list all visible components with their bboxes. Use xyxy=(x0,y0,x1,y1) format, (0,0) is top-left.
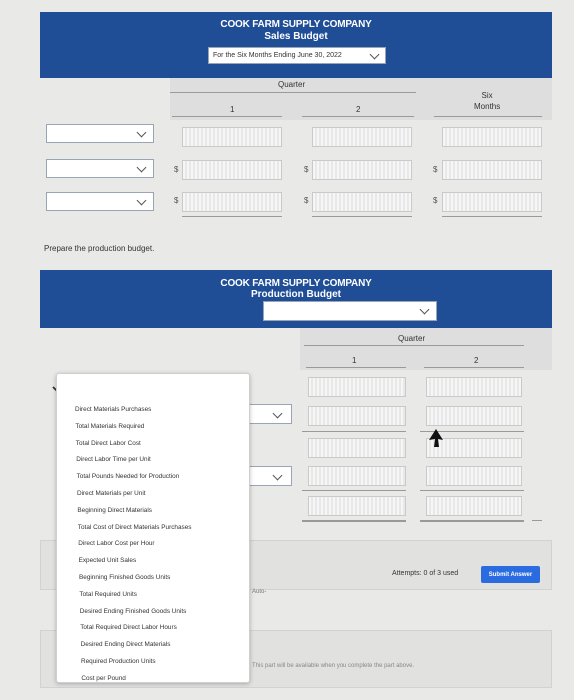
production-column-header-band xyxy=(300,328,552,370)
total-underline xyxy=(442,216,542,217)
dollar-sign: $ xyxy=(433,165,438,174)
attempts-counter: Attempts: 0 of 3 used xyxy=(392,570,459,577)
dropdown-option[interactable]: Expected Unit Sales xyxy=(79,557,137,564)
production-quarter-label: Quarter xyxy=(398,334,426,343)
dropdown-option[interactable]: Required Production Units xyxy=(81,658,156,665)
dropdown-option[interactable]: Total Pounds Needed for Production xyxy=(77,473,180,480)
sales-col-1: 1 xyxy=(230,105,235,114)
production-budget-title: Production Budget xyxy=(251,289,341,300)
dropdown-option[interactable]: Cost per Pound xyxy=(81,675,125,682)
production-row4-q1-input[interactable] xyxy=(308,466,406,486)
dropdown-option[interactable]: Direct Materials per Unit xyxy=(77,490,146,497)
sales-row2-label-select[interactable] xyxy=(46,159,154,178)
chevron-down-icon xyxy=(272,470,283,481)
next-part-note: This part will be available when you com… xyxy=(252,663,415,669)
production-col-2: 2 xyxy=(474,356,479,365)
sales-col-six-months: Six Months xyxy=(474,91,501,111)
sales-quarter-label: Quarter xyxy=(278,80,306,89)
col3-underline xyxy=(434,116,542,117)
dropdown-option[interactable]: Total Materials Required xyxy=(75,423,144,430)
quarter-underline xyxy=(304,345,524,346)
dropdown-option[interactable]: Beginning Direct Materials xyxy=(77,507,152,514)
dropdown-option[interactable]: Total Required Direct Labor Hours xyxy=(80,624,177,631)
production-col-1: 1 xyxy=(352,356,357,365)
instruction-text: Prepare the production budget. xyxy=(44,244,155,253)
dropdown-option[interactable]: Desired Ending Finished Goods Units xyxy=(80,608,187,615)
sales-row2-six-input[interactable] xyxy=(442,160,542,180)
row-underline xyxy=(420,490,524,491)
dollar-sign: $ xyxy=(304,196,309,205)
sales-row2-q1-input[interactable] xyxy=(182,160,282,180)
dropdown-option[interactable]: Total Required Units xyxy=(79,591,137,598)
production-row2-q1-input[interactable] xyxy=(308,406,406,426)
sales-row3-six-input[interactable] xyxy=(442,192,542,212)
chevron-down-icon xyxy=(419,304,430,315)
col1-underline xyxy=(172,116,282,117)
chevron-down-icon xyxy=(136,162,147,173)
dollar-sign: $ xyxy=(304,165,309,174)
chevron-down-icon xyxy=(136,127,147,138)
sales-period-select[interactable]: For the Six Months Ending June 30, 2022 xyxy=(208,47,386,64)
row-underline xyxy=(302,431,406,432)
dropdown-option[interactable]: Total Cost of Direct Materials Purchases xyxy=(78,524,192,531)
dropdown-option[interactable]: Total Direct Labor Cost xyxy=(76,440,141,447)
sales-budget-header: COOK FARM SUPPLY COMPANY Sales Budget xyxy=(40,12,552,78)
sales-row3-q1-input[interactable] xyxy=(182,192,282,212)
production-row3-q1-input[interactable] xyxy=(308,438,406,458)
col1-underline xyxy=(306,367,406,368)
auto-text: Auto- xyxy=(252,589,267,595)
row-underline xyxy=(302,490,406,491)
total-underline xyxy=(420,520,524,522)
dollar-sign: $ xyxy=(174,196,179,205)
production-period-select[interactable] xyxy=(263,301,437,321)
production-row5-q1-input[interactable] xyxy=(308,496,406,516)
production-row1-q1-input[interactable] xyxy=(308,377,406,397)
sales-row1-label-select[interactable] xyxy=(46,124,154,143)
sales-row2-q2-input[interactable] xyxy=(312,160,412,180)
sales-row3-label-select[interactable] xyxy=(46,192,154,211)
total-underline xyxy=(312,216,412,217)
sales-company-name: COOK FARM SUPPLY COMPANY xyxy=(220,19,372,30)
submit-answer-button[interactable]: Submit Answer xyxy=(481,566,540,583)
sales-row1-q2-input[interactable] xyxy=(312,127,412,147)
sales-row3-q2-input[interactable] xyxy=(312,192,412,212)
production-row2-q2-input[interactable] xyxy=(426,406,522,426)
total-underline xyxy=(182,216,282,217)
col2-underline xyxy=(302,116,414,117)
production-row1-q2-input[interactable] xyxy=(426,377,522,397)
dollar-sign: $ xyxy=(433,196,438,205)
sales-col-2: 2 xyxy=(356,105,361,114)
dropdown-option[interactable]: Desired Ending Direct Materials xyxy=(81,641,171,648)
total-underline xyxy=(302,520,406,522)
sales-budget-title: Sales Budget xyxy=(264,31,328,42)
mouse-cursor-icon xyxy=(429,429,443,447)
total-underline xyxy=(532,520,542,521)
sales-row1-q1-input[interactable] xyxy=(182,127,282,147)
production-row2-label-select[interactable] xyxy=(248,404,292,424)
dropdown-option[interactable]: Beginning Finished Goods Units xyxy=(79,574,170,581)
dollar-sign: $ xyxy=(174,165,179,174)
dropdown-option[interactable]: Direct Labor Cost per Hour xyxy=(78,540,154,547)
dropdown-option[interactable]: Direct Labor Time per Unit xyxy=(76,456,151,463)
chevron-down-icon xyxy=(136,195,147,206)
sales-row1-six-input[interactable] xyxy=(442,127,542,147)
sales-period-value: For the Six Months Ending June 30, 2022 xyxy=(213,52,342,59)
production-company-name: COOK FARM SUPPLY COMPANY xyxy=(220,278,372,289)
chevron-down-icon xyxy=(272,408,283,419)
row-label-dropdown-menu[interactable]: Direct Materials Purchases Total Material… xyxy=(56,373,250,683)
quarter-underline xyxy=(170,92,416,93)
chevron-down-icon xyxy=(369,49,380,60)
production-row5-q2-input[interactable] xyxy=(426,496,522,516)
dropdown-option[interactable]: Direct Materials Purchases xyxy=(75,406,151,413)
col2-underline xyxy=(424,367,524,368)
production-row4-q2-input[interactable] xyxy=(426,466,522,486)
production-row4-label-select[interactable] xyxy=(248,466,292,486)
